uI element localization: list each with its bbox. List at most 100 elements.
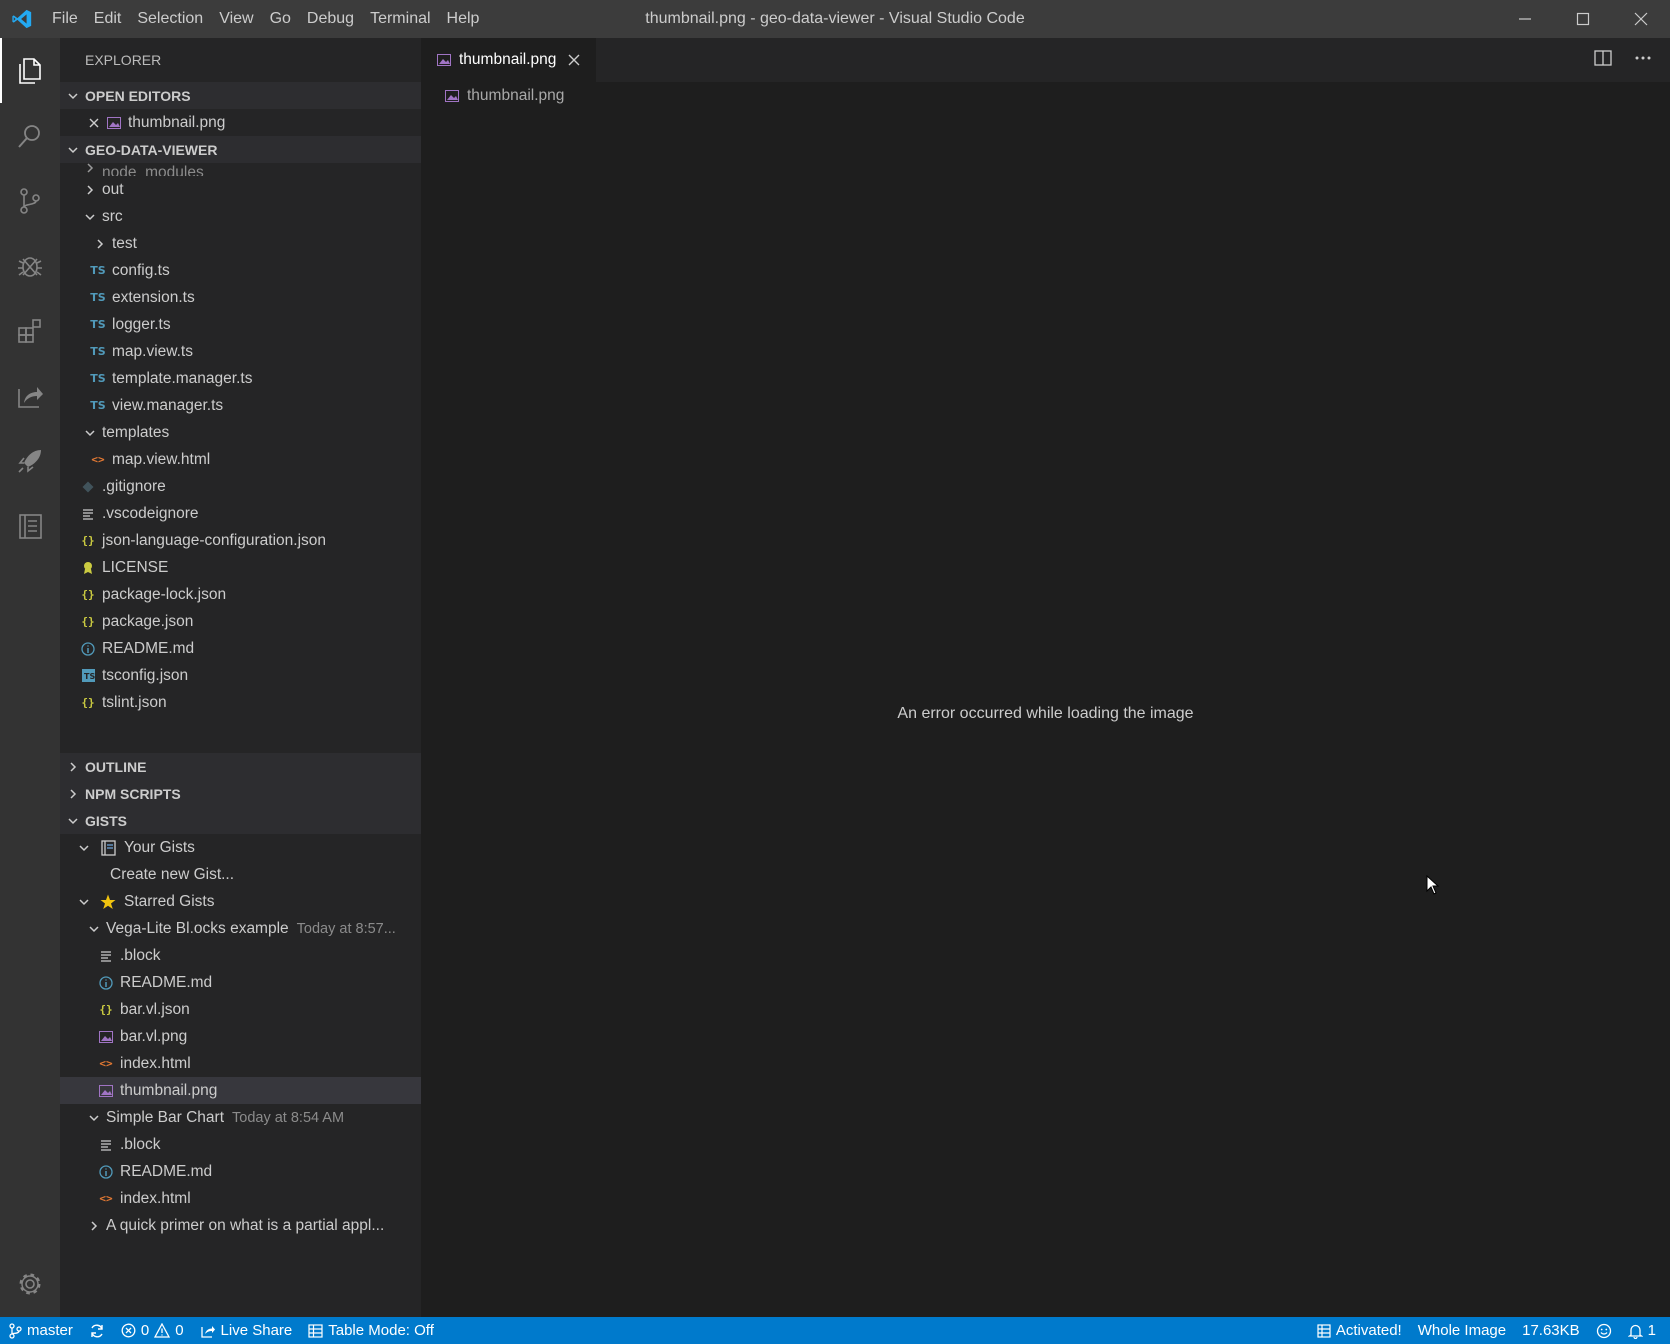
image-zoom-status[interactable]: Whole Image (1410, 1317, 1514, 1344)
more-actions-icon[interactable] (1634, 49, 1652, 71)
folder-name: out (102, 180, 124, 198)
explorer-sidebar: EXPLORER OPEN EDITORS thumbnail.png GEO-… (60, 38, 421, 1317)
outline-header[interactable]: OUTLINE (60, 753, 421, 780)
file-item[interactable]: TS logger.ts (60, 311, 421, 338)
file-item[interactable]: LICENSE (60, 554, 421, 581)
starred-gists-node[interactable]: Starred Gists (60, 888, 421, 915)
gist-file-item[interactable]: <> index.html (60, 1185, 421, 1212)
menu-selection[interactable]: Selection (129, 0, 211, 38)
file-name: .block (120, 1135, 161, 1153)
file-item[interactable]: {} package-lock.json (60, 581, 421, 608)
file-item[interactable]: TS template.manager.ts (60, 365, 421, 392)
file-name: extension.ts (112, 288, 195, 306)
typescript-file-icon: TS (90, 318, 106, 331)
activated-status[interactable]: Activated! (1309, 1317, 1410, 1344)
split-editor-icon[interactable] (1594, 49, 1612, 71)
chevron-down-icon (60, 144, 85, 156)
table-mode-button[interactable]: Table Mode: Off (300, 1317, 442, 1344)
license-icon (80, 561, 96, 575)
problems-status[interactable]: 0 0 (113, 1317, 192, 1344)
file-item[interactable]: TS extension.ts (60, 284, 421, 311)
file-item[interactable]: <> map.view.html (60, 446, 421, 473)
typescript-file-icon: TS (90, 345, 106, 358)
file-item[interactable]: .gitignore (60, 473, 421, 500)
feedback-button[interactable] (1588, 1317, 1620, 1344)
menu-terminal[interactable]: Terminal (362, 0, 438, 38)
menu-file[interactable]: File (44, 0, 86, 38)
source-control-icon[interactable] (0, 168, 60, 233)
menu-go[interactable]: Go (262, 0, 299, 38)
open-editor-item[interactable]: thumbnail.png (60, 109, 421, 136)
folder-item[interactable]: src (60, 203, 421, 230)
sync-button[interactable] (81, 1317, 113, 1344)
file-item[interactable]: TS tsconfig.json (60, 662, 421, 689)
folder-item[interactable]: out (60, 176, 421, 203)
gist-file-item[interactable]: .block (60, 942, 421, 969)
menu-edit[interactable]: Edit (86, 0, 130, 38)
gist-file-item[interactable]: {} bar.vl.json (60, 996, 421, 1023)
file-item[interactable]: .vscodeignore (60, 500, 421, 527)
folder-item[interactable]: templates (60, 419, 421, 446)
gist-item[interactable]: A quick primer on what is a partial appl… (60, 1212, 421, 1239)
maximize-button[interactable] (1554, 0, 1612, 38)
minimize-button[interactable] (1496, 0, 1554, 38)
folder-item[interactable]: test (60, 230, 421, 257)
notebook-icon[interactable] (0, 493, 60, 558)
image-file-icon (437, 54, 451, 66)
file-item[interactable]: TS map.view.ts (60, 338, 421, 365)
project-header[interactable]: GEO-DATA-VIEWER (60, 136, 421, 163)
notifications-button[interactable]: 1 (1620, 1317, 1664, 1344)
breadcrumb[interactable]: thumbnail.png (421, 82, 564, 110)
gists-header[interactable]: GISTS (60, 807, 421, 834)
your-gists-node[interactable]: Your Gists (60, 834, 421, 861)
file-name: LICENSE (102, 558, 169, 576)
extensions-icon[interactable] (0, 298, 60, 363)
image-file-icon (106, 116, 122, 129)
live-share-button[interactable]: Live Share (192, 1317, 301, 1344)
gist-file-item[interactable]: README.md (60, 1158, 421, 1185)
git-branch-status[interactable]: master (0, 1317, 81, 1344)
create-gist-label: Create new Gist... (110, 865, 235, 883)
gist-item[interactable]: Vega-Lite Bl.ocks example Today at 8:57.… (60, 915, 421, 942)
close-icon[interactable] (86, 115, 102, 131)
file-item[interactable]: TS view.manager.ts (60, 392, 421, 419)
search-icon[interactable] (0, 103, 60, 168)
create-gist-item[interactable]: Create new Gist... (60, 861, 421, 888)
explorer-icon[interactable] (0, 38, 60, 103)
chevron-down-icon (86, 1110, 102, 1126)
close-window-button[interactable] (1612, 0, 1670, 38)
settings-gear-icon[interactable] (0, 1259, 60, 1309)
chevron-right-icon (86, 1218, 102, 1234)
menu-debug[interactable]: Debug (299, 0, 362, 38)
tab-thumbnail-png[interactable]: thumbnail.png (421, 38, 596, 82)
file-name: thumbnail.png (128, 113, 226, 131)
gist-file-item[interactable]: .block (60, 1131, 421, 1158)
error-count: 0 (140, 1322, 150, 1339)
file-item[interactable]: {} json-language-configuration.json (60, 527, 421, 554)
open-editors-header[interactable]: OPEN EDITORS (60, 82, 421, 109)
size-label: 17.63KB (1522, 1322, 1580, 1339)
file-item[interactable]: {} tslint.json (60, 689, 421, 716)
gist-file-item[interactable]: <> index.html (60, 1050, 421, 1077)
npm-scripts-header[interactable]: NPM SCRIPTS (60, 780, 421, 807)
table-icon (1317, 1323, 1331, 1338)
close-icon[interactable] (568, 54, 580, 66)
file-item[interactable]: README.md (60, 635, 421, 662)
smiley-icon (1596, 1323, 1611, 1338)
debug-icon[interactable] (0, 233, 60, 298)
file-item[interactable]: {} package.json (60, 608, 421, 635)
file-item[interactable]: TS config.ts (60, 257, 421, 284)
branch-name: master (27, 1322, 73, 1339)
gist-file-item[interactable]: README.md (60, 969, 421, 996)
folder-item[interactable]: node_modules (60, 163, 421, 176)
menu-view[interactable]: View (211, 0, 261, 38)
gist-item[interactable]: Simple Bar Chart Today at 8:54 AM (60, 1104, 421, 1131)
menu-help[interactable]: Help (439, 0, 488, 38)
json-file-icon: {} (81, 534, 95, 547)
live-share-icon[interactable] (0, 363, 60, 428)
section-label: GEO-DATA-VIEWER (85, 141, 218, 158)
typescript-file-icon: TS (90, 399, 106, 412)
gist-file-item[interactable]: bar.vl.png (60, 1023, 421, 1050)
gist-file-item[interactable]: thumbnail.png (60, 1077, 421, 1104)
rocket-icon[interactable] (0, 428, 60, 493)
